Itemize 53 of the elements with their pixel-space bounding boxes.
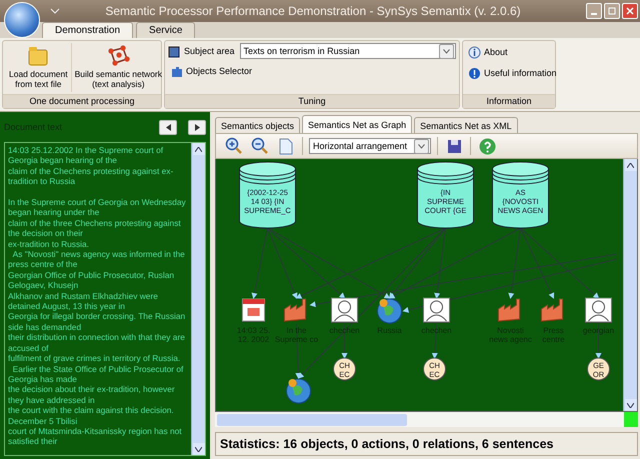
statistics-status: Statistics: 16 objects, 0 actions, 0 relations, 6 sentences [215,432,638,456]
zoom-in-button[interactable] [224,136,244,156]
view-tab[interactable]: Semantics objects [215,117,300,133]
view-tab[interactable]: Semantics Net as XML [414,117,518,133]
previous-button[interactable] [159,120,177,134]
text-line: Alkhanov and Rustam Elkhadzhiev were detained August, 13 this year in [8,290,159,312]
help-button[interactable] [477,136,497,156]
ribbon-tab[interactable]: Demonstration [42,22,134,38]
group-caption: One document processing [3,94,161,108]
page-icon [279,138,293,154]
horizontal-scrollbar[interactable] [215,412,638,427]
maximize-button[interactable] [604,3,620,19]
ribbon-button[interactable]: Objects Selector [168,62,254,80]
quick-access-caret-icon[interactable] [50,7,60,15]
text-line: claim of the Chechens protesting against ex-tradition to Russia [8,166,174,187]
app-orb-button[interactable] [4,2,40,38]
dropdown-caret-icon [418,144,425,148]
help-icon [478,138,496,154]
close-button[interactable] [622,3,638,19]
close-icon [626,7,634,15]
text-line: court of Mtatsminda-Kitsanissky region has not satisfied their [8,426,183,447]
group-caption: Information [463,94,555,108]
ribbon-tab[interactable]: Service [136,22,196,38]
globe-node[interactable] [286,378,311,404]
exclamation-icon [468,66,481,80]
ribbon-button[interactable]: Load document from text file [6,43,72,92]
text-line: Georgian Office of Public Prosecutor, Ruslan Gelogaev, Khusejn [8,270,176,291]
group-caption: Tuning [165,94,459,108]
zoom-out-button[interactable] [250,136,270,156]
left-arrow-icon [166,124,170,130]
text-line: ex-tradition to Russia. [8,238,90,250]
text-line: fulfilment of grave crimes in territory of Russia. [8,353,182,364]
minimize-button[interactable] [586,3,602,19]
zoom-out-icon [251,137,269,155]
arrangement-dropdown[interactable]: Horizontal arrangement [309,138,431,154]
maximize-icon [608,7,616,15]
window-title: Semantic Processor Performance Demonstration - SynSys Semantix (v. 2.0.6) [104,4,522,18]
zoom-in-icon [225,137,243,155]
view-tab[interactable]: Semantics Net as Graph [302,115,412,133]
subject-area-dropdown[interactable]: Texts on terrorism in Russian [240,43,456,59]
next-button[interactable] [188,120,206,134]
ribbon-button[interactable]: Useful information [466,64,559,82]
folder-icon [26,44,50,68]
scrollbar[interactable] [623,159,637,411]
info-icon [468,46,481,58]
text-line: As "Novosti" news agency was informed in the press centre of the [8,249,186,270]
scrollbar[interactable] [191,143,205,455]
ribbon-button[interactable]: About [466,43,510,61]
field-label: Subject area [168,44,235,58]
dropdown-caret-icon [443,48,450,54]
molecule-icon [106,44,130,68]
document-text-area[interactable] [4,142,206,456]
right-arrow-icon [194,124,200,130]
